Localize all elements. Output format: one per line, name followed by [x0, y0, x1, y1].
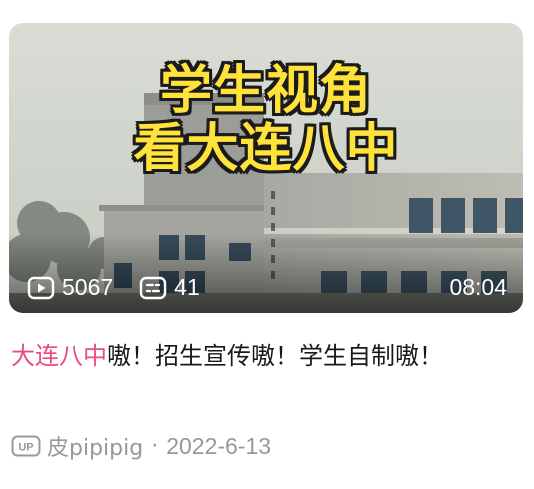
view-count: 5067	[27, 274, 113, 301]
video-card[interactable]: 学生视角 看大连八中 5067 41 08:04	[9, 23, 523, 313]
video-stats: 5067 41	[27, 274, 226, 301]
danmaku-icon	[139, 276, 167, 299]
thumbnail-gradient	[9, 233, 523, 313]
publish-date: 2022-6-13	[166, 432, 272, 459]
thumbnail-caption-line-2: 看大连八中	[133, 119, 399, 179]
author-name[interactable]: 皮pipipig	[47, 430, 143, 462]
danmaku-count: 41	[139, 274, 200, 301]
view-count-value: 5067	[62, 274, 114, 300]
up-badge-icon: UP	[11, 435, 41, 457]
title-text: 嗷！招生宣传嗷！学生自制嗷！	[107, 342, 443, 370]
title-keyword-highlight: 大连八中	[11, 342, 107, 370]
play-count-icon	[27, 276, 55, 299]
up-badge-label: UP	[18, 442, 33, 454]
danmaku-count-value: 41	[174, 274, 200, 300]
video-duration: 08:04	[449, 274, 507, 300]
meta-separator: ·	[151, 433, 159, 459]
video-meta: UP 皮pipipig · 2022-6-13	[11, 430, 271, 462]
video-title[interactable]: 大连八中嗷！招生宣传嗷！学生自制嗷！	[11, 334, 511, 378]
thumbnail-caption-line-1: 学生视角	[159, 61, 372, 121]
